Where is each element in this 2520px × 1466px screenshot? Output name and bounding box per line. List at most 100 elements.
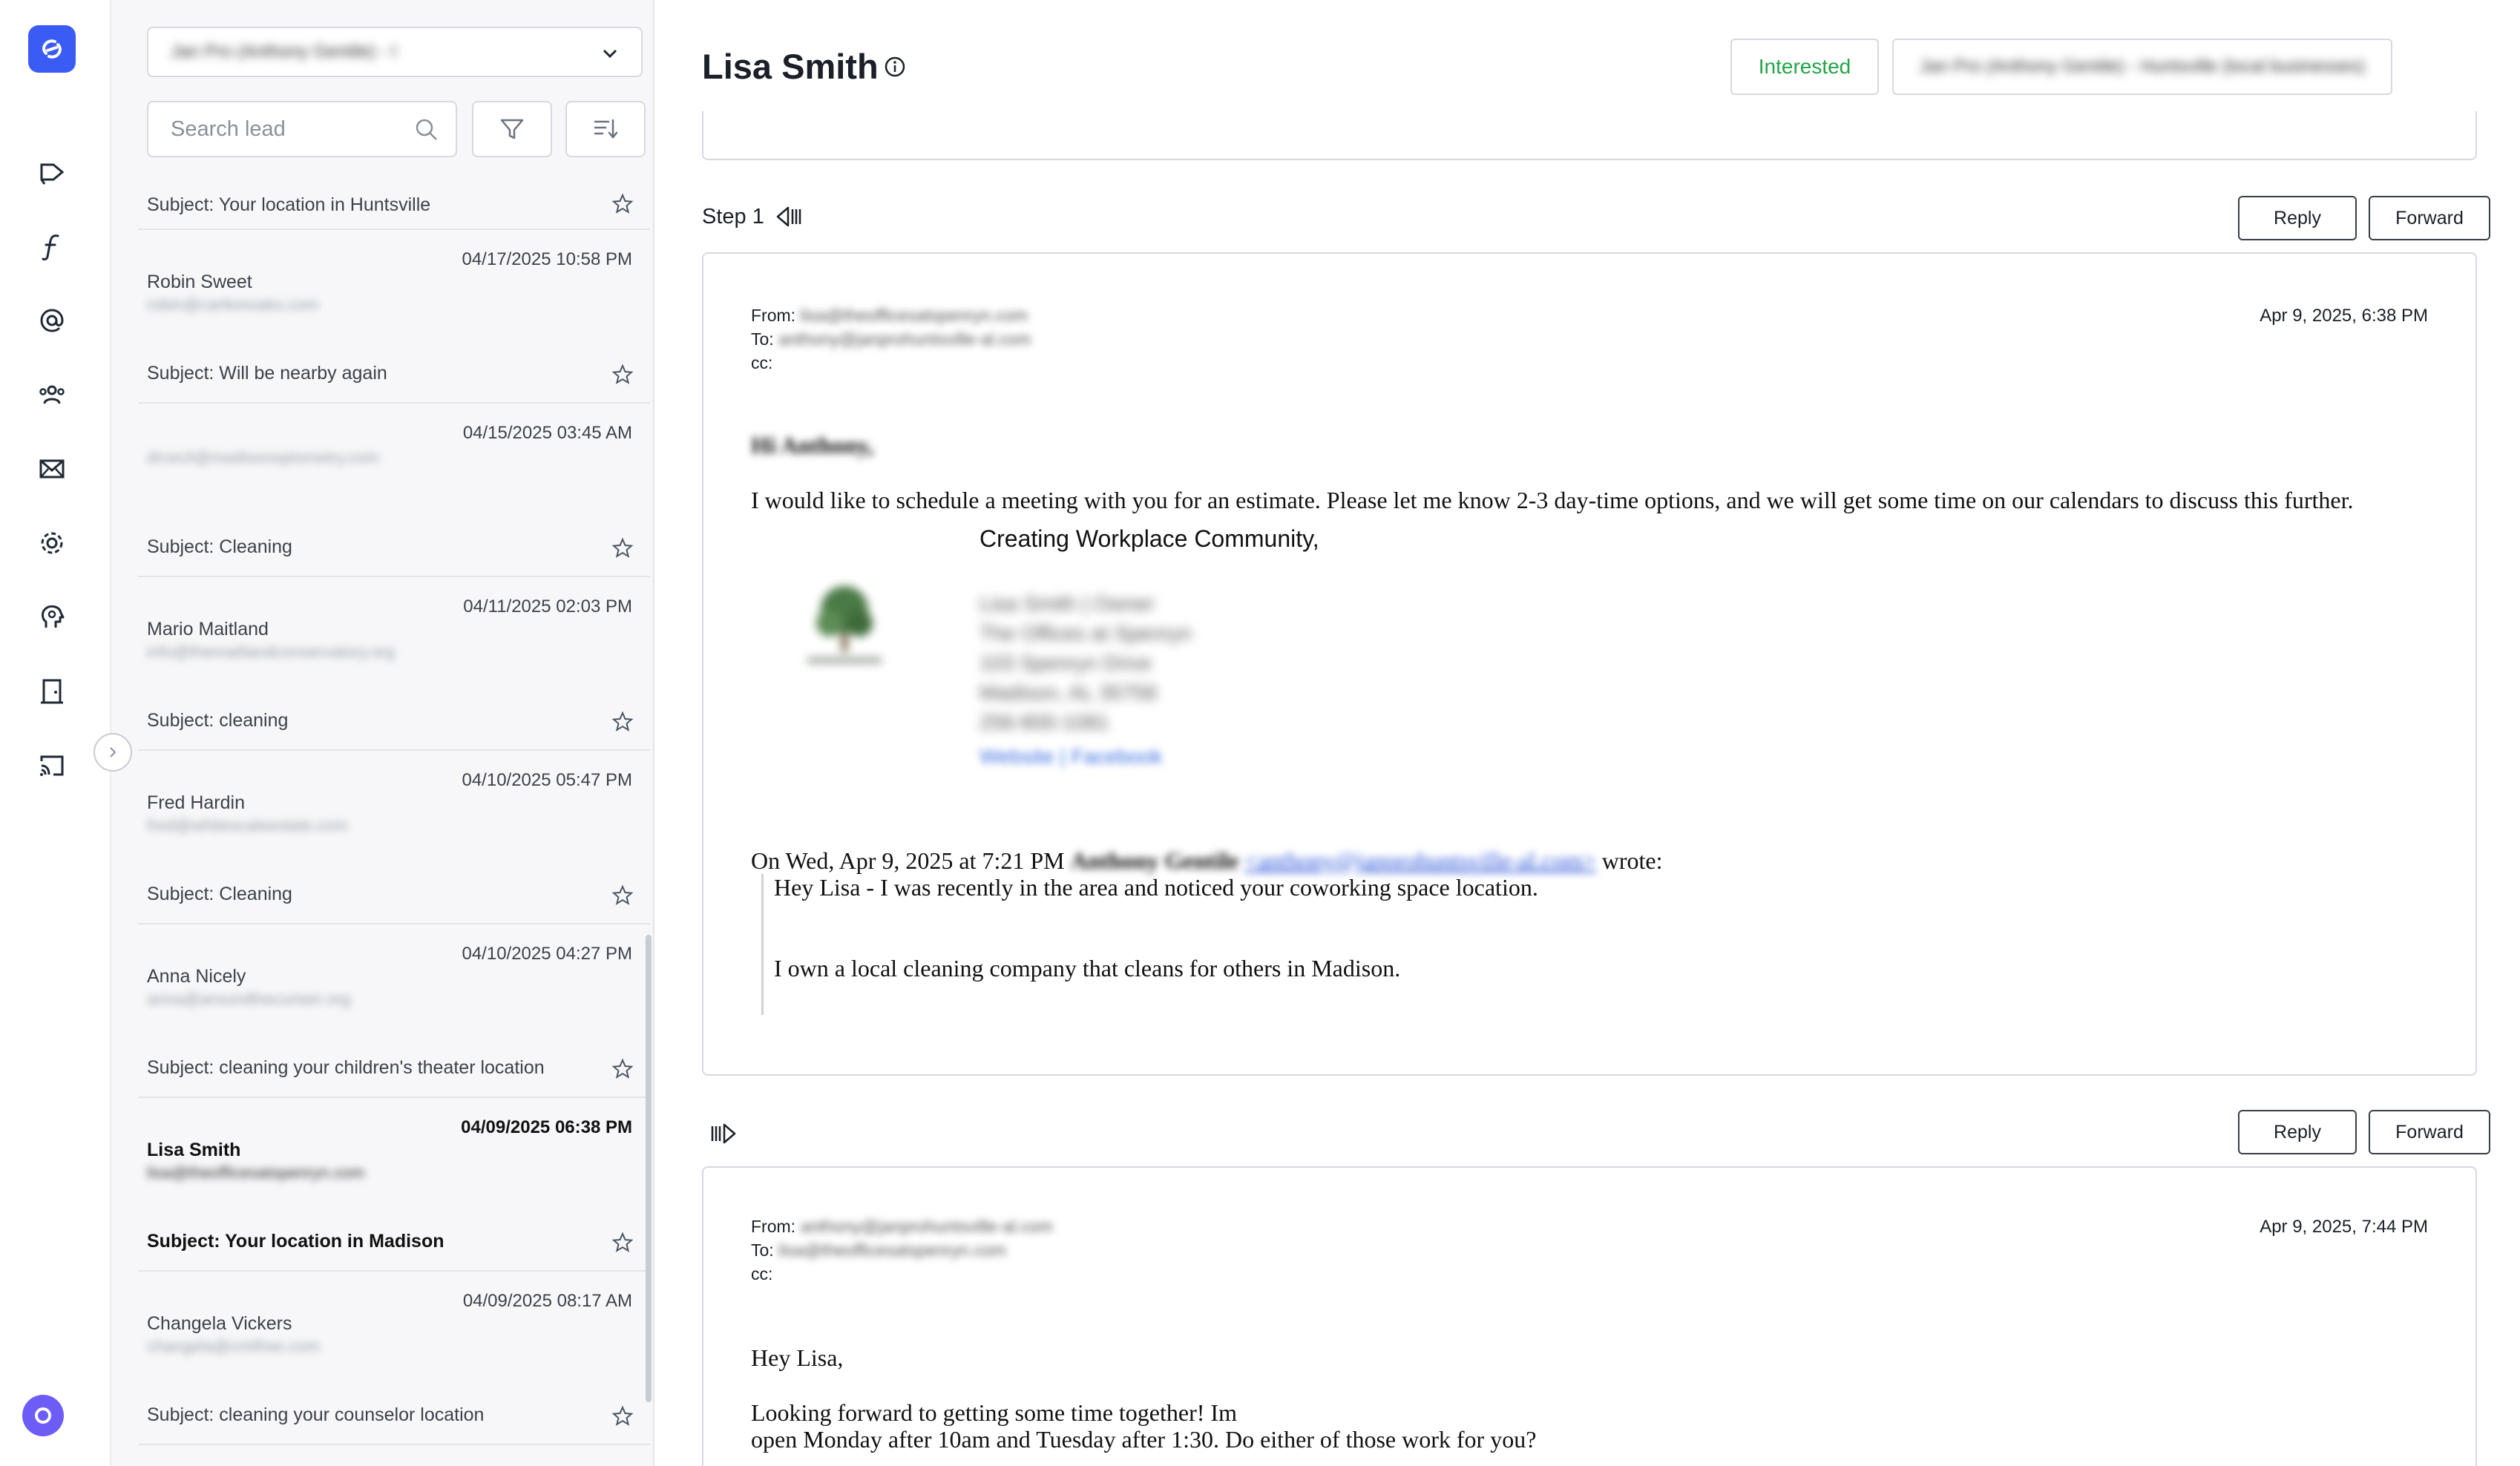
- lead-email: anna@aroundthecurtain.org: [147, 990, 351, 1008]
- star-icon[interactable]: [611, 364, 634, 386]
- lead-date: 04/15/2025 03:45 AM: [462, 423, 632, 443]
- forward-arrow-icon: [711, 1123, 736, 1144]
- lead-date: 04/09/2025 08:17 AM: [462, 1291, 632, 1311]
- lead-item[interactable]: 04/10/2025 05:47 PM Fred Hardin fred@whi…: [138, 751, 650, 924]
- email-from: From: lisa@theofficesatspenryn.com: [751, 306, 1028, 325]
- chevron-right-icon: [110, 747, 117, 757]
- campaign-select-value: Jan Pro (Anthony Gentile) - I: [171, 42, 397, 62]
- email-body: I would like to schedule a meeting with …: [751, 487, 2354, 513]
- reply-arrow-icon: [776, 206, 801, 227]
- email-card-incoming: From: lisa@theofficesatspenryn.com To: a…: [702, 252, 2477, 1076]
- campaign-select[interactable]: Jan Pro (Anthony Gentile) - I: [147, 27, 643, 77]
- lead-date: 04/10/2025 05:47 PM: [462, 770, 632, 790]
- lead-name: Mario Maitland: [147, 619, 269, 640]
- search-lead-box[interactable]: [147, 101, 457, 157]
- lead-subject: Subject: Your location in Madison: [147, 1231, 444, 1252]
- lead-list-panel: Jan Pro (Anthony Gentile) - I Subject: Y…: [111, 0, 654, 1466]
- lead-name: Fred Hardin: [147, 792, 245, 813]
- email-cc: cc:: [751, 353, 773, 372]
- signature-details: Lisa Smith | Owner The Offices at Spenry…: [980, 592, 1192, 734]
- campaign-badge[interactable]: Jan Pro (Anthony Gentile) - Huntsville (…: [1892, 39, 2392, 95]
- lead-item[interactable]: 04/10/2025 04:27 PM Anna Nicely anna@aro…: [138, 924, 650, 1098]
- email-greeting: Hey Lisa,: [751, 1344, 844, 1371]
- expand-sidebar-button[interactable]: [93, 733, 132, 772]
- lead-name: Lisa Smith: [147, 1140, 241, 1160]
- star-icon[interactable]: [611, 193, 634, 215]
- sort-button[interactable]: [565, 101, 646, 157]
- step-label: Step 1: [702, 205, 764, 229]
- filter-button[interactable]: [472, 101, 552, 157]
- function-icon[interactable]: [36, 230, 68, 263]
- ai-brain-icon[interactable]: [36, 601, 68, 634]
- lead-subject: Subject: cleaning: [147, 710, 289, 731]
- app-logo[interactable]: [28, 25, 76, 73]
- inbox-icon[interactable]: [36, 453, 68, 485]
- lead-item[interactable]: 04/15/2025 03:45 AM drcecil@madisonoptom…: [138, 404, 650, 577]
- lead-item[interactable]: Subject: Your location in Huntsville: [138, 178, 650, 230]
- campaign-badge-label: Jan Pro (Anthony Gentile) - Huntsville (…: [1919, 56, 2366, 76]
- email-from: From: anthony@janprohuntsville-al.com: [751, 1217, 1053, 1236]
- quote-intro: On Wed, Apr 9, 2025 at 7:21 PM Anthony G…: [751, 847, 1663, 874]
- icon-rail: [0, 0, 111, 1466]
- star-icon[interactable]: [611, 1405, 634, 1427]
- lead-item-active[interactable]: 04/09/2025 06:38 PM Lisa Smith lisa@theo…: [138, 1098, 650, 1272]
- conversation-pane: Lisa Smith Interested Jan Pro (Anthony G…: [654, 0, 2520, 1466]
- star-icon[interactable]: [611, 1058, 634, 1080]
- signature-links[interactable]: Website | Facebook: [980, 745, 1162, 769]
- search-lead-input[interactable]: [171, 116, 393, 142]
- logo-icon: [42, 39, 62, 59]
- star-icon[interactable]: [611, 537, 634, 559]
- at-sign-icon[interactable]: [36, 304, 68, 337]
- quote-line: Hey Lisa - I was recently in the area an…: [774, 874, 1538, 901]
- lead-subject: Subject: Your location in Huntsville: [147, 194, 431, 215]
- contacts-icon[interactable]: [36, 378, 68, 411]
- chevron-down-icon: [603, 49, 617, 59]
- door-icon[interactable]: [36, 675, 68, 708]
- cast-icon[interactable]: [36, 749, 68, 782]
- lead-email: lisa@theofficesatspenryn.com: [147, 1163, 365, 1182]
- signature-heading: Creating Workplace Community,: [980, 525, 1319, 552]
- lead-item[interactable]: 04/11/2025 02:03 PM Mario Maitland info@…: [138, 577, 650, 751]
- email-greeting: Hi Anthony,: [751, 432, 874, 458]
- email-to: To: lisa@theofficesatspenryn.com: [751, 1240, 1006, 1260]
- previous-message-card: [702, 111, 2477, 160]
- email-card-outgoing: From: anthony@janprohuntsville-al.com To…: [702, 1166, 2477, 1466]
- search-icon[interactable]: [414, 117, 439, 142]
- email-date: Apr 9, 2025, 7:44 PM: [2260, 1217, 2428, 1237]
- forward-button[interactable]: Forward: [2369, 1110, 2490, 1154]
- lead-subject: Subject: Cleaning: [147, 536, 292, 557]
- user-avatar[interactable]: [22, 1395, 64, 1436]
- user-icon: [35, 1407, 51, 1424]
- star-icon[interactable]: [611, 1232, 634, 1254]
- lead-name: Changela Vickers: [147, 1313, 292, 1334]
- lead-subject: Subject: Cleaning: [147, 884, 292, 904]
- lead-subject: Subject: cleaning your counselor locatio…: [147, 1404, 485, 1425]
- settings-icon[interactable]: [36, 527, 68, 559]
- sort-icon: [594, 119, 618, 139]
- lead-item[interactable]: 04/09/2025 08:17 AM Changela Vickers cha…: [138, 1272, 650, 1445]
- lead-date: 04/09/2025 06:38 PM: [461, 1117, 632, 1137]
- lead-subject: Subject: cleaning your children's theate…: [147, 1057, 545, 1078]
- lead-list-scrollbar[interactable]: [646, 935, 652, 1402]
- info-icon[interactable]: [883, 55, 907, 79]
- lead-name: Robin Sweet: [147, 272, 252, 292]
- lead-list: Subject: Your location in Huntsville 04/…: [138, 178, 650, 1454]
- lead-status-button[interactable]: Interested: [1730, 39, 1879, 95]
- email-to: To: anthony@janprohuntsville-al.com: [751, 329, 1031, 349]
- lead-item[interactable]: 04/17/2025 10:58 PM Robin Sweet robin@ca…: [138, 230, 650, 404]
- lead-email: drcecil@madisonoptometry.com: [147, 448, 379, 467]
- reply-button[interactable]: Reply: [2238, 196, 2357, 240]
- campaigns-icon[interactable]: [36, 156, 68, 188]
- quoted-message: Hey Lisa - I was recently in the area an…: [761, 874, 2097, 1015]
- reply-button[interactable]: Reply: [2238, 1110, 2357, 1154]
- lead-email: fred@whitescaleestate.com: [147, 816, 348, 835]
- email-date: Apr 9, 2025, 6:38 PM: [2260, 306, 2428, 326]
- forward-button[interactable]: Forward: [2369, 196, 2490, 240]
- star-icon[interactable]: [611, 884, 634, 907]
- star-icon[interactable]: [611, 711, 634, 733]
- lead-email: robin@carltonoaks.com: [147, 295, 319, 314]
- quote-line: I own a local cleaning company that clea…: [774, 955, 1401, 982]
- lead-title: Lisa Smith: [702, 47, 879, 86]
- lead-email: changela@cmtfree.com: [147, 1337, 320, 1355]
- filter-icon: [500, 119, 524, 139]
